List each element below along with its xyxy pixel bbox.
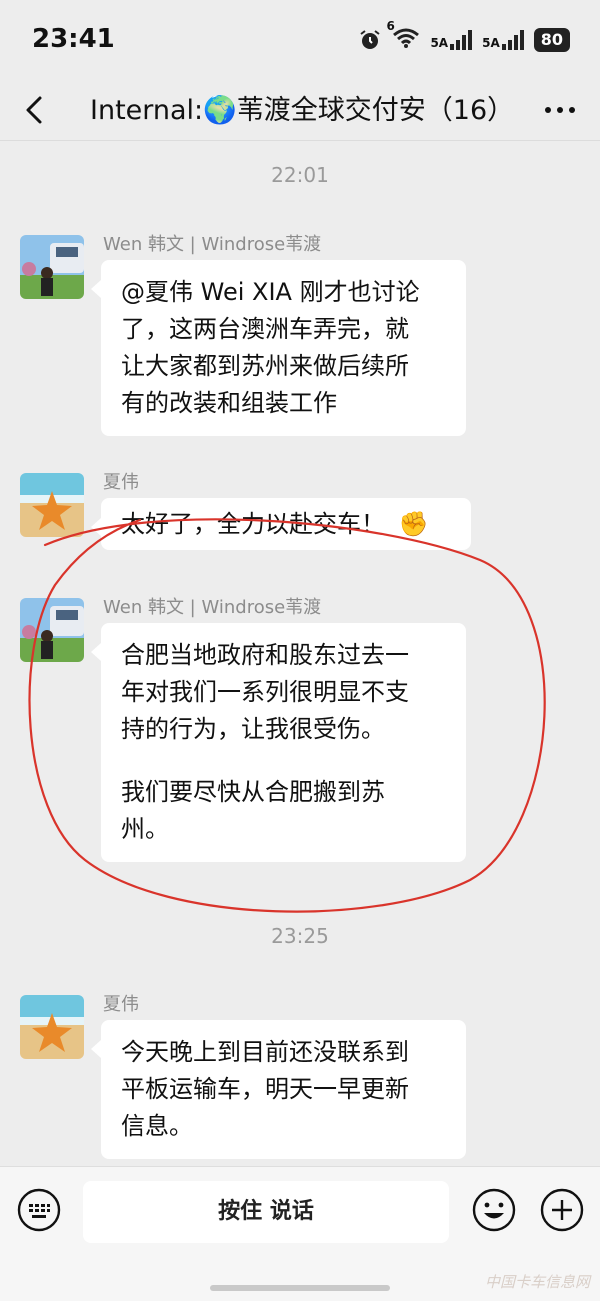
message-bubble[interactable]: 合肥当地政府和股东过去一 年对我们一系列很明显不支 持的行为，让我很受伤。 我们… xyxy=(91,623,466,862)
system-icons: 6 5A 5A 80 xyxy=(358,19,570,54)
message-text: 太好了，全力以赴交车！ xyxy=(121,510,385,538)
message-line: 信息。 xyxy=(121,1112,193,1140)
wifi-icon: 6 xyxy=(386,19,420,53)
keyboard-icon xyxy=(17,1188,61,1232)
message-line: 我们要尽快从合肥搬到苏 xyxy=(121,778,385,806)
back-button[interactable] xyxy=(16,90,56,130)
status-bar: 23:41 6 5A 5A 80 xyxy=(0,0,600,80)
sender-name: Wen 韩文 | Windrose苇渡 xyxy=(103,597,322,618)
timestamp: 22:01 xyxy=(271,163,329,187)
avatar[interactable] xyxy=(20,473,84,537)
group-name: Internal:🌍苇渡全球交付安 xyxy=(90,95,426,126)
signal-2-icon: 5A xyxy=(482,30,524,50)
message-line: 年对我们一系列很明显不支 xyxy=(121,678,409,706)
more-icon xyxy=(545,107,575,113)
signal-1-icon: 5A xyxy=(430,30,473,50)
more-button[interactable] xyxy=(540,92,580,128)
home-indicator[interactable] xyxy=(210,1285,390,1291)
plus-icon xyxy=(540,1188,584,1232)
sender-name: 夏伟 xyxy=(103,472,139,493)
message-line: 让大家都到苏州来做后续所 xyxy=(121,352,409,380)
sender-name: Wen 韩文 | Windrose苇渡 xyxy=(103,234,322,255)
message-line: 合肥当地政府和股东过去一 xyxy=(121,641,409,669)
battery-indicator: 80 xyxy=(533,28,570,52)
message-line: 了，这两台澳洲车弄完，就 xyxy=(121,315,409,343)
message-line: 今天晚上到目前还没联系到 xyxy=(121,1038,409,1066)
member-count: （16） xyxy=(425,95,510,126)
message-line: 有的改装和组装工作 xyxy=(121,389,337,417)
chat-header: Internal:🌍苇渡全球交付安（16） xyxy=(0,80,600,140)
photo-avatar-icon xyxy=(20,235,84,299)
clock: 23:41 xyxy=(32,24,115,54)
emoji-icon xyxy=(472,1188,516,1232)
message-line: @夏伟 Wei XIA 刚才也讨论 xyxy=(121,278,420,306)
avatar[interactable] xyxy=(20,235,84,299)
avatar[interactable] xyxy=(20,598,84,662)
message-line: 持的行为，让我很受伤。 xyxy=(121,715,385,743)
message-bubble[interactable]: 太好了，全力以赴交车！ ✊ xyxy=(91,498,471,550)
starfish-avatar-icon xyxy=(20,473,84,537)
alarm-icon xyxy=(360,30,381,49)
keyboard-button[interactable] xyxy=(17,1188,61,1232)
input-bar: 按住 说话 中国卡车信息网 xyxy=(0,1166,600,1301)
chat-title: Internal:🌍苇渡全球交付安（16） xyxy=(90,88,510,127)
sender-name: 夏伟 xyxy=(103,994,139,1015)
more-functions-button[interactable] xyxy=(540,1188,584,1232)
starfish-avatar-icon xyxy=(20,995,84,1059)
message-bubble[interactable]: @夏伟 Wei XIA 刚才也讨论 了，这两台澳洲车弄完，就 让大家都到苏州来做… xyxy=(91,260,466,436)
message-bubble[interactable]: 今天晚上到目前还没联系到 平板运输车，明天一早更新 信息。 xyxy=(91,1020,466,1159)
timestamp: 23:25 xyxy=(271,924,329,948)
header-divider xyxy=(0,140,600,141)
watermark: 中国卡车信息网 xyxy=(484,1273,590,1291)
back-arrow-icon xyxy=(26,96,42,124)
message-line: 州。 xyxy=(121,815,169,843)
emoji-button[interactable] xyxy=(472,1188,516,1232)
raised-fist-emoji: ✊ xyxy=(398,510,429,538)
avatar[interactable] xyxy=(20,995,84,1059)
hold-to-talk-button[interactable]: 按住 说话 xyxy=(83,1181,449,1243)
message-line: 平板运输车，明天一早更新 xyxy=(121,1075,409,1103)
photo-avatar-icon xyxy=(20,598,84,662)
